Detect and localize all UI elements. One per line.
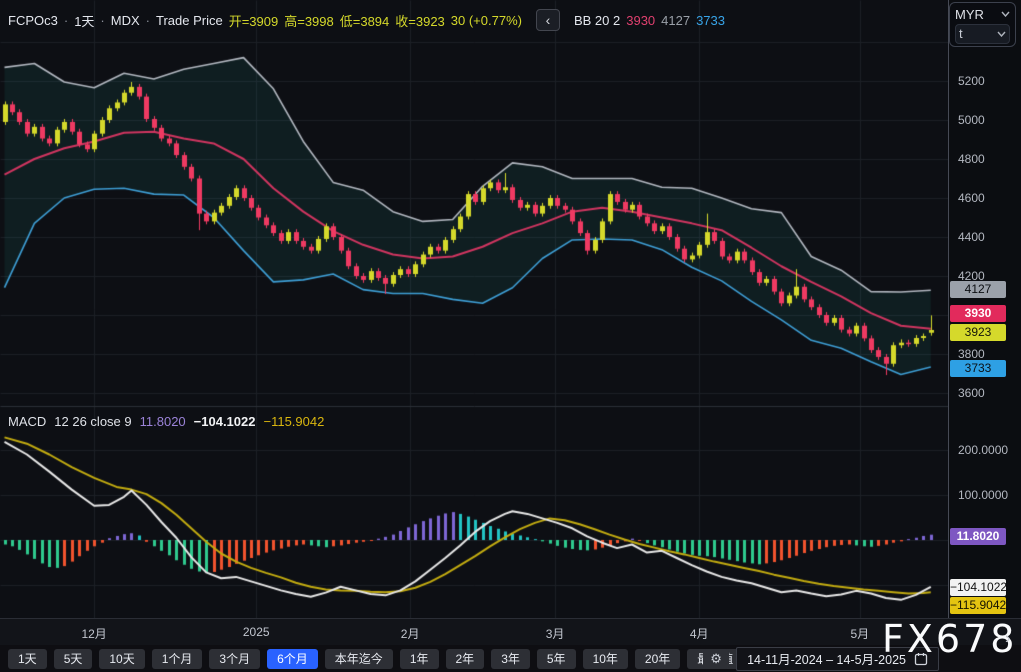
price-tick-label: 3600 <box>958 386 985 400</box>
time-axis-month-label: 5月 <box>850 625 869 642</box>
range-button[interactable]: 5年 <box>537 649 576 669</box>
macd-line-value: −104.1022 <box>194 414 256 429</box>
bb-lower-value: 3733 <box>696 13 725 28</box>
macd-title[interactable]: MACD <box>8 414 46 429</box>
macd-tick-label: 200.0000 <box>958 443 1008 457</box>
time-axis-month-label: 2月 <box>401 625 420 642</box>
chevron-right-icon[interactable]: › <box>1005 628 1011 648</box>
collapse-legend-button[interactable]: ‹ <box>536 9 560 31</box>
chevron-down-icon <box>997 31 1006 37</box>
low-value: 低=3894 <box>340 11 390 30</box>
range-button[interactable]: 2年 <box>446 649 485 669</box>
range-button[interactable]: 3个月 <box>209 649 260 669</box>
axis-price-badge: −104.1022 <box>950 579 1006 596</box>
range-button[interactable]: 3年 <box>491 649 530 669</box>
price-axis[interactable]: 52005000480046004400420038003600200.0000… <box>948 0 1021 618</box>
bb-middle-value: 3930 <box>626 13 655 28</box>
range-toolbar: 1天5天10天1个月3个月6个月本年迄今1年2年3年5年10年20年最大值 ⚙ … <box>0 645 1021 672</box>
range-button[interactable]: 1个月 <box>152 649 203 669</box>
axis-price-badge: 3923 <box>950 324 1006 341</box>
unit-dropdown[interactable]: t <box>955 24 1010 45</box>
axis-price-badge: −115.9042 <box>950 597 1006 614</box>
change-value: 30 (+0.77%) <box>451 13 522 28</box>
axis-price-badge: 3930 <box>950 305 1006 322</box>
macd-hist-value: 11.8020 <box>140 414 186 429</box>
bb-indicator-label[interactable]: BB 20 2 <box>574 13 620 28</box>
price-tick-label: 4400 <box>958 230 985 244</box>
price-tick-label: 4800 <box>958 152 985 166</box>
range-button[interactable]: 1年 <box>400 649 439 669</box>
bb-upper-value: 4127 <box>661 13 690 28</box>
range-button[interactable]: 10天 <box>99 649 144 669</box>
time-axis[interactable]: 12月 2025 2月 3月 4月 5月 <box>0 618 1021 646</box>
time-axis-month-label: 4月 <box>690 625 709 642</box>
axis-price-badge: 3733 <box>950 360 1006 377</box>
open-value: 开=3909 <box>229 11 279 30</box>
macd-params: 12 26 close 9 <box>54 414 131 429</box>
range-button[interactable]: 本年迄今 <box>325 649 393 669</box>
gear-icon[interactable]: ⚙ <box>703 649 729 669</box>
axis-price-badge: 11.8020 <box>950 528 1006 545</box>
range-button-group: 1天5天10天1个月3个月6个月本年迄今1年2年3年5年10年20年最大值 <box>8 649 696 669</box>
chevron-down-icon <box>1001 11 1010 17</box>
range-button[interactable]: 1天 <box>8 649 47 669</box>
range-button[interactable]: 5天 <box>54 649 93 669</box>
price-tick-label: 3800 <box>958 347 985 361</box>
date-range-picker[interactable]: 14-11月-2024 – 14-5月-2025 <box>736 647 939 671</box>
currency-unit-widget: MYR t <box>949 2 1016 47</box>
interval-label[interactable]: 1天 <box>74 11 94 30</box>
macd-signal-value: −115.9042 <box>263 414 324 429</box>
time-axis-month-label: 12月 <box>81 625 106 642</box>
separator-dot: · <box>146 13 150 28</box>
price-chart-canvas[interactable] <box>0 0 948 618</box>
range-button[interactable]: 6个月 <box>267 649 318 669</box>
symbol-name[interactable]: FCPOc3 <box>8 13 58 28</box>
trading-chart-app: FCPOc3 · 1天 · MDX · Trade Price 开=3909 高… <box>0 0 1021 672</box>
currency-dropdown[interactable]: MYR <box>955 5 1010 24</box>
price-tick-label: 4600 <box>958 191 985 205</box>
currency-value: MYR <box>955 7 984 22</box>
exchange-label: MDX <box>111 13 140 28</box>
macd-tick-label: 100.0000 <box>958 488 1008 502</box>
close-value: 收=3923 <box>395 11 445 30</box>
high-value: 高=3998 <box>284 11 334 30</box>
series-type-label: Trade Price <box>156 13 223 28</box>
unit-value: t <box>959 26 963 41</box>
date-range-text: 14-11月-2024 – 14-5月-2025 <box>747 649 906 668</box>
chart-legend: FCPOc3 · 1天 · MDX · Trade Price 开=3909 高… <box>8 9 725 31</box>
separator-dot: · <box>64 13 68 28</box>
axis-price-badge: 4127 <box>950 281 1006 298</box>
separator-dot: · <box>100 13 104 28</box>
time-axis-month-label: 3月 <box>546 625 565 642</box>
range-button[interactable]: 10年 <box>583 649 628 669</box>
macd-legend: MACD 12 26 close 9 11.8020 −104.1022 −11… <box>8 414 324 429</box>
range-button[interactable]: 20年 <box>635 649 680 669</box>
price-tick-label: 5000 <box>958 113 985 127</box>
price-tick-label: 5200 <box>958 74 985 88</box>
calendar-icon <box>914 652 928 666</box>
time-axis-month-label: 2025 <box>243 625 270 639</box>
